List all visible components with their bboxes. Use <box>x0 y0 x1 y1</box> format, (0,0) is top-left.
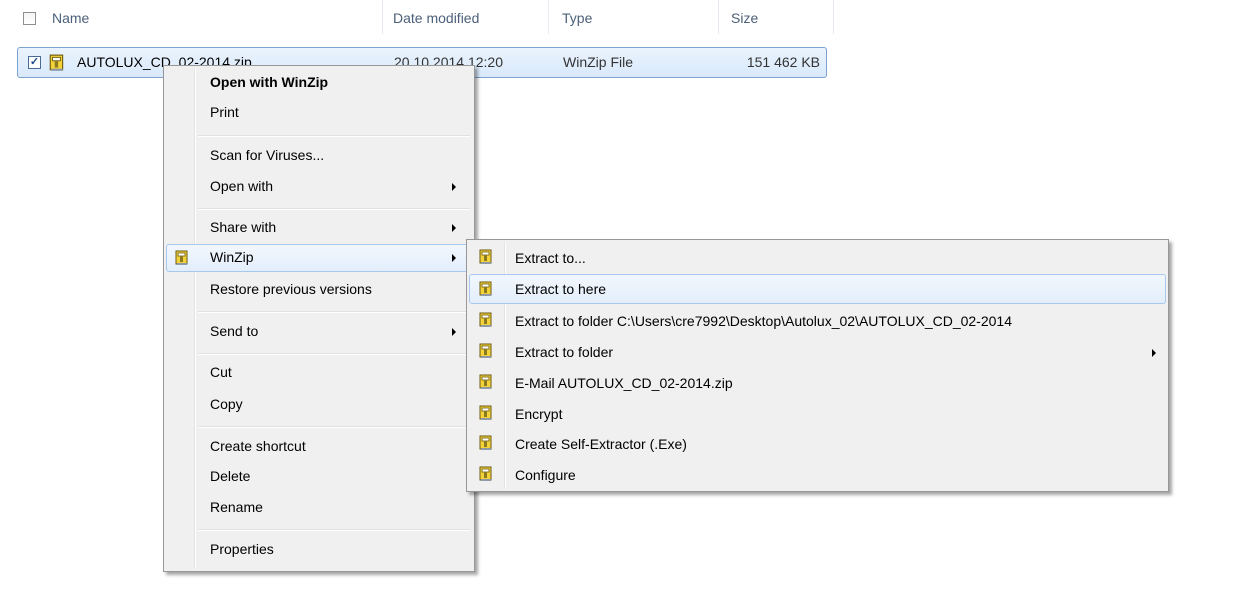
menu-item-open-with-winzip[interactable]: Open with WinZip <box>166 70 472 96</box>
column-size[interactable]: Size <box>731 10 758 26</box>
file-size: 151 462 KB <box>746 54 820 70</box>
menu-item-label: Restore previous versions <box>210 281 372 297</box>
menu-item-label: Encrypt <box>515 406 563 422</box>
menu-item-label: Properties <box>210 541 274 557</box>
column-type[interactable]: Type <box>562 10 592 26</box>
menu-item-label: Send to <box>210 323 259 339</box>
menu-item-delete[interactable]: Delete <box>166 464 472 490</box>
menu-item-label: Open with WinZip <box>210 74 329 90</box>
menu-item-label: WinZip <box>210 249 254 265</box>
submenu-arrow-icon <box>452 224 456 232</box>
winzip-icon <box>478 405 494 421</box>
menu-separator <box>198 135 470 136</box>
submenu-item-email[interactable]: E-Mail AUTOLUX_CD_02-2014.zip <box>469 369 1166 397</box>
menu-item-open-with[interactable]: Open with <box>166 174 472 200</box>
menu-item-label: Copy <box>210 396 243 412</box>
submenu-item-create-self-extractor[interactable]: Create Self-Extractor (.Exe) <box>469 430 1166 458</box>
column-divider[interactable] <box>718 0 719 34</box>
submenu-item-extract-to-here[interactable]: Extract to here <box>469 274 1166 304</box>
menu-item-share-with[interactable]: Share with <box>166 215 472 241</box>
menu-item-label: Create Self-Extractor (.Exe) <box>515 436 687 452</box>
submenu-item-extract-to-folder-path[interactable]: Extract to folder C:\Users\cre7992\Deskt… <box>469 307 1166 335</box>
winzip-icon <box>478 312 494 328</box>
submenu-item-extract-to[interactable]: Extract to... <box>469 244 1166 272</box>
column-divider[interactable] <box>548 0 549 34</box>
menu-item-label: Extract to folder <box>515 344 614 360</box>
file-type: WinZip File <box>563 54 634 70</box>
menu-item-label: Extract to folder C:\Users\cre7992\Deskt… <box>515 313 1012 329</box>
winzip-icon <box>478 435 494 451</box>
winzip-icon <box>478 249 494 265</box>
menu-separator <box>198 208 470 209</box>
menu-separator <box>198 353 470 354</box>
menu-item-create-shortcut[interactable]: Create shortcut <box>166 434 472 460</box>
submenu-item-configure[interactable]: Configure <box>469 461 1166 489</box>
submenu-arrow-icon <box>452 254 456 262</box>
menu-item-label: Cut <box>210 364 232 380</box>
submenu-arrow-icon <box>452 183 456 191</box>
column-divider[interactable] <box>833 0 834 34</box>
column-name[interactable]: Name <box>52 10 89 26</box>
winzip-icon <box>478 374 494 390</box>
menu-item-copy[interactable]: Copy <box>166 392 472 418</box>
menu-item-rename[interactable]: Rename <box>166 495 472 521</box>
submenu-item-encrypt[interactable]: Encrypt <box>469 400 1166 428</box>
context-menu: Open with WinZip Print Scan for Viruses.… <box>163 65 475 572</box>
menu-item-label: Share with <box>210 219 277 235</box>
menu-item-label: Delete <box>210 468 251 484</box>
menu-separator <box>198 529 470 530</box>
menu-item-cut[interactable]: Cut <box>166 360 472 386</box>
column-header: Name Date modified Type Size <box>0 0 1244 40</box>
menu-item-winzip[interactable]: WinZip <box>166 244 472 272</box>
menu-item-label: Extract to here <box>515 281 607 297</box>
menu-item-label: Print <box>210 104 239 120</box>
menu-item-label: Scan for Viruses... <box>210 147 325 163</box>
menu-separator <box>198 426 470 427</box>
menu-item-label: Rename <box>210 499 263 515</box>
menu-item-send-to[interactable]: Send to <box>166 319 472 345</box>
menu-item-properties[interactable]: Properties <box>166 537 472 563</box>
menu-item-label: Open with <box>210 178 274 194</box>
menu-item-label: Configure <box>515 467 576 483</box>
menu-item-label: Extract to... <box>515 250 586 266</box>
winzip-icon <box>478 281 494 297</box>
menu-item-scan-for-viruses[interactable]: Scan for Viruses... <box>166 143 472 169</box>
winzip-icon <box>478 466 494 482</box>
column-date-modified[interactable]: Date modified <box>393 10 479 26</box>
submenu-item-extract-to-folder[interactable]: Extract to folder <box>469 338 1166 366</box>
column-divider[interactable] <box>382 0 383 34</box>
menu-item-label: E-Mail AUTOLUX_CD_02-2014.zip <box>515 375 733 391</box>
winzip-icon <box>478 343 494 359</box>
menu-item-label: Create shortcut <box>210 438 306 454</box>
menu-separator <box>198 311 470 312</box>
menu-item-print[interactable]: Print <box>166 100 472 126</box>
select-all-checkbox[interactable] <box>23 12 36 25</box>
winzip-icon <box>174 250 190 266</box>
menu-item-restore-previous-versions[interactable]: Restore previous versions <box>166 277 472 303</box>
file-checkbox[interactable]: ✓ <box>28 56 41 69</box>
winzip-submenu: Extract to... Extract to here Extract to… <box>466 239 1169 492</box>
submenu-arrow-icon <box>452 328 456 336</box>
winzip-file-icon <box>48 54 66 72</box>
submenu-arrow-icon <box>1152 349 1156 357</box>
